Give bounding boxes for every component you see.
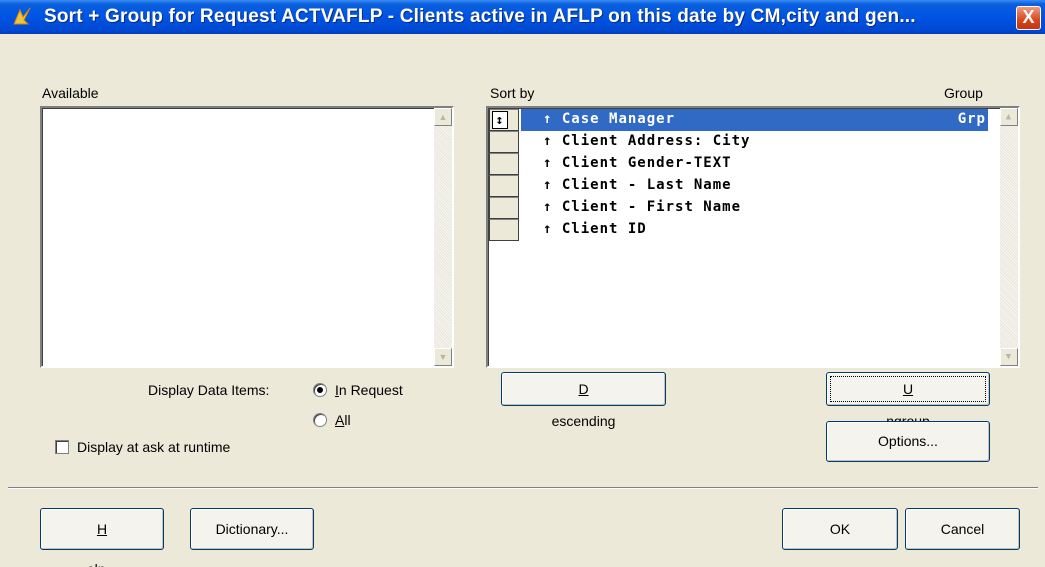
cancel-button[interactable]: Cancel bbox=[905, 508, 1020, 550]
sort-handle[interactable] bbox=[489, 131, 519, 153]
sort-handle[interactable] bbox=[489, 197, 519, 219]
window-title: Sort + Group for Request ACTVAFLP - Clie… bbox=[44, 6, 916, 27]
help-button[interactable]: Help... bbox=[40, 508, 164, 567]
sort-item-label: ↑ Client Gender-TEXT bbox=[543, 155, 732, 171]
sort-by-scrollbar[interactable]: ▲ ▼ bbox=[1000, 108, 1018, 366]
app-icon bbox=[13, 7, 31, 25]
sort-item-label: ↑ Client ID bbox=[543, 221, 647, 237]
list-item[interactable]: ↑ Client Address: City bbox=[488, 131, 988, 153]
display-data-items-label: Display Data Items: bbox=[148, 382, 270, 398]
descending-button[interactable]: Descending bbox=[501, 372, 666, 429]
list-item[interactable]: ↑ Client ID bbox=[488, 219, 988, 241]
sort-item-label: ↑ Case Manager bbox=[543, 111, 676, 127]
scroll-up-icon[interactable]: ▲ bbox=[434, 108, 452, 126]
radio-all-label[interactable]: All bbox=[335, 412, 351, 428]
group-label: Group bbox=[944, 85, 983, 101]
group-marker: Grp bbox=[957, 111, 986, 127]
radio-in-request[interactable] bbox=[313, 383, 327, 397]
available-label: Available bbox=[42, 85, 99, 101]
radio-in-request-label[interactable]: In Request bbox=[335, 382, 403, 398]
list-item[interactable]: ↕ ↑ Case Manager Grp bbox=[488, 109, 988, 131]
list-item[interactable]: ↑ Client - Last Name bbox=[488, 175, 988, 197]
display-at-ask-label[interactable]: Display at ask at runtime bbox=[77, 439, 230, 455]
sort-handle[interactable] bbox=[489, 175, 519, 197]
divider bbox=[8, 487, 1038, 489]
close-button[interactable]: X bbox=[1016, 6, 1041, 30]
available-list[interactable]: ▲ ▼ bbox=[40, 106, 454, 368]
sort-item-label: ↑ Client - First Name bbox=[543, 199, 742, 215]
list-item[interactable]: ↑ Client - First Name bbox=[488, 197, 988, 219]
scroll-down-icon[interactable]: ▼ bbox=[1000, 348, 1018, 366]
dictionary-button[interactable]: Dictionary... bbox=[190, 508, 314, 550]
sort-item-label: ↑ Client - Last Name bbox=[543, 177, 732, 193]
sort-handle[interactable]: ↕ bbox=[489, 109, 519, 131]
sort-handle-icon: ↕ bbox=[492, 111, 508, 129]
sort-handle[interactable] bbox=[489, 153, 519, 175]
display-at-ask-checkbox[interactable] bbox=[55, 440, 69, 454]
ungroup-button[interactable]: Ungroup bbox=[826, 372, 990, 429]
radio-all[interactable] bbox=[313, 413, 327, 427]
scroll-down-icon[interactable]: ▼ bbox=[434, 348, 452, 366]
sort-by-list[interactable]: ↕ ↑ Case Manager Grp ↑ Client Address: C… bbox=[486, 106, 1020, 368]
available-scrollbar[interactable]: ▲ ▼ bbox=[434, 108, 452, 366]
list-item[interactable]: ↑ Client Gender-TEXT bbox=[488, 153, 988, 175]
scroll-up-icon[interactable]: ▲ bbox=[1000, 108, 1018, 126]
sort-item-label: ↑ Client Address: City bbox=[543, 133, 751, 149]
ok-button[interactable]: OK bbox=[782, 508, 898, 550]
options-button[interactable]: Options... bbox=[826, 421, 990, 462]
sort-by-label: Sort by bbox=[490, 85, 535, 101]
sort-handle[interactable] bbox=[489, 219, 519, 241]
title-bar: Sort + Group for Request ACTVAFLP - Clie… bbox=[0, 0, 1045, 34]
